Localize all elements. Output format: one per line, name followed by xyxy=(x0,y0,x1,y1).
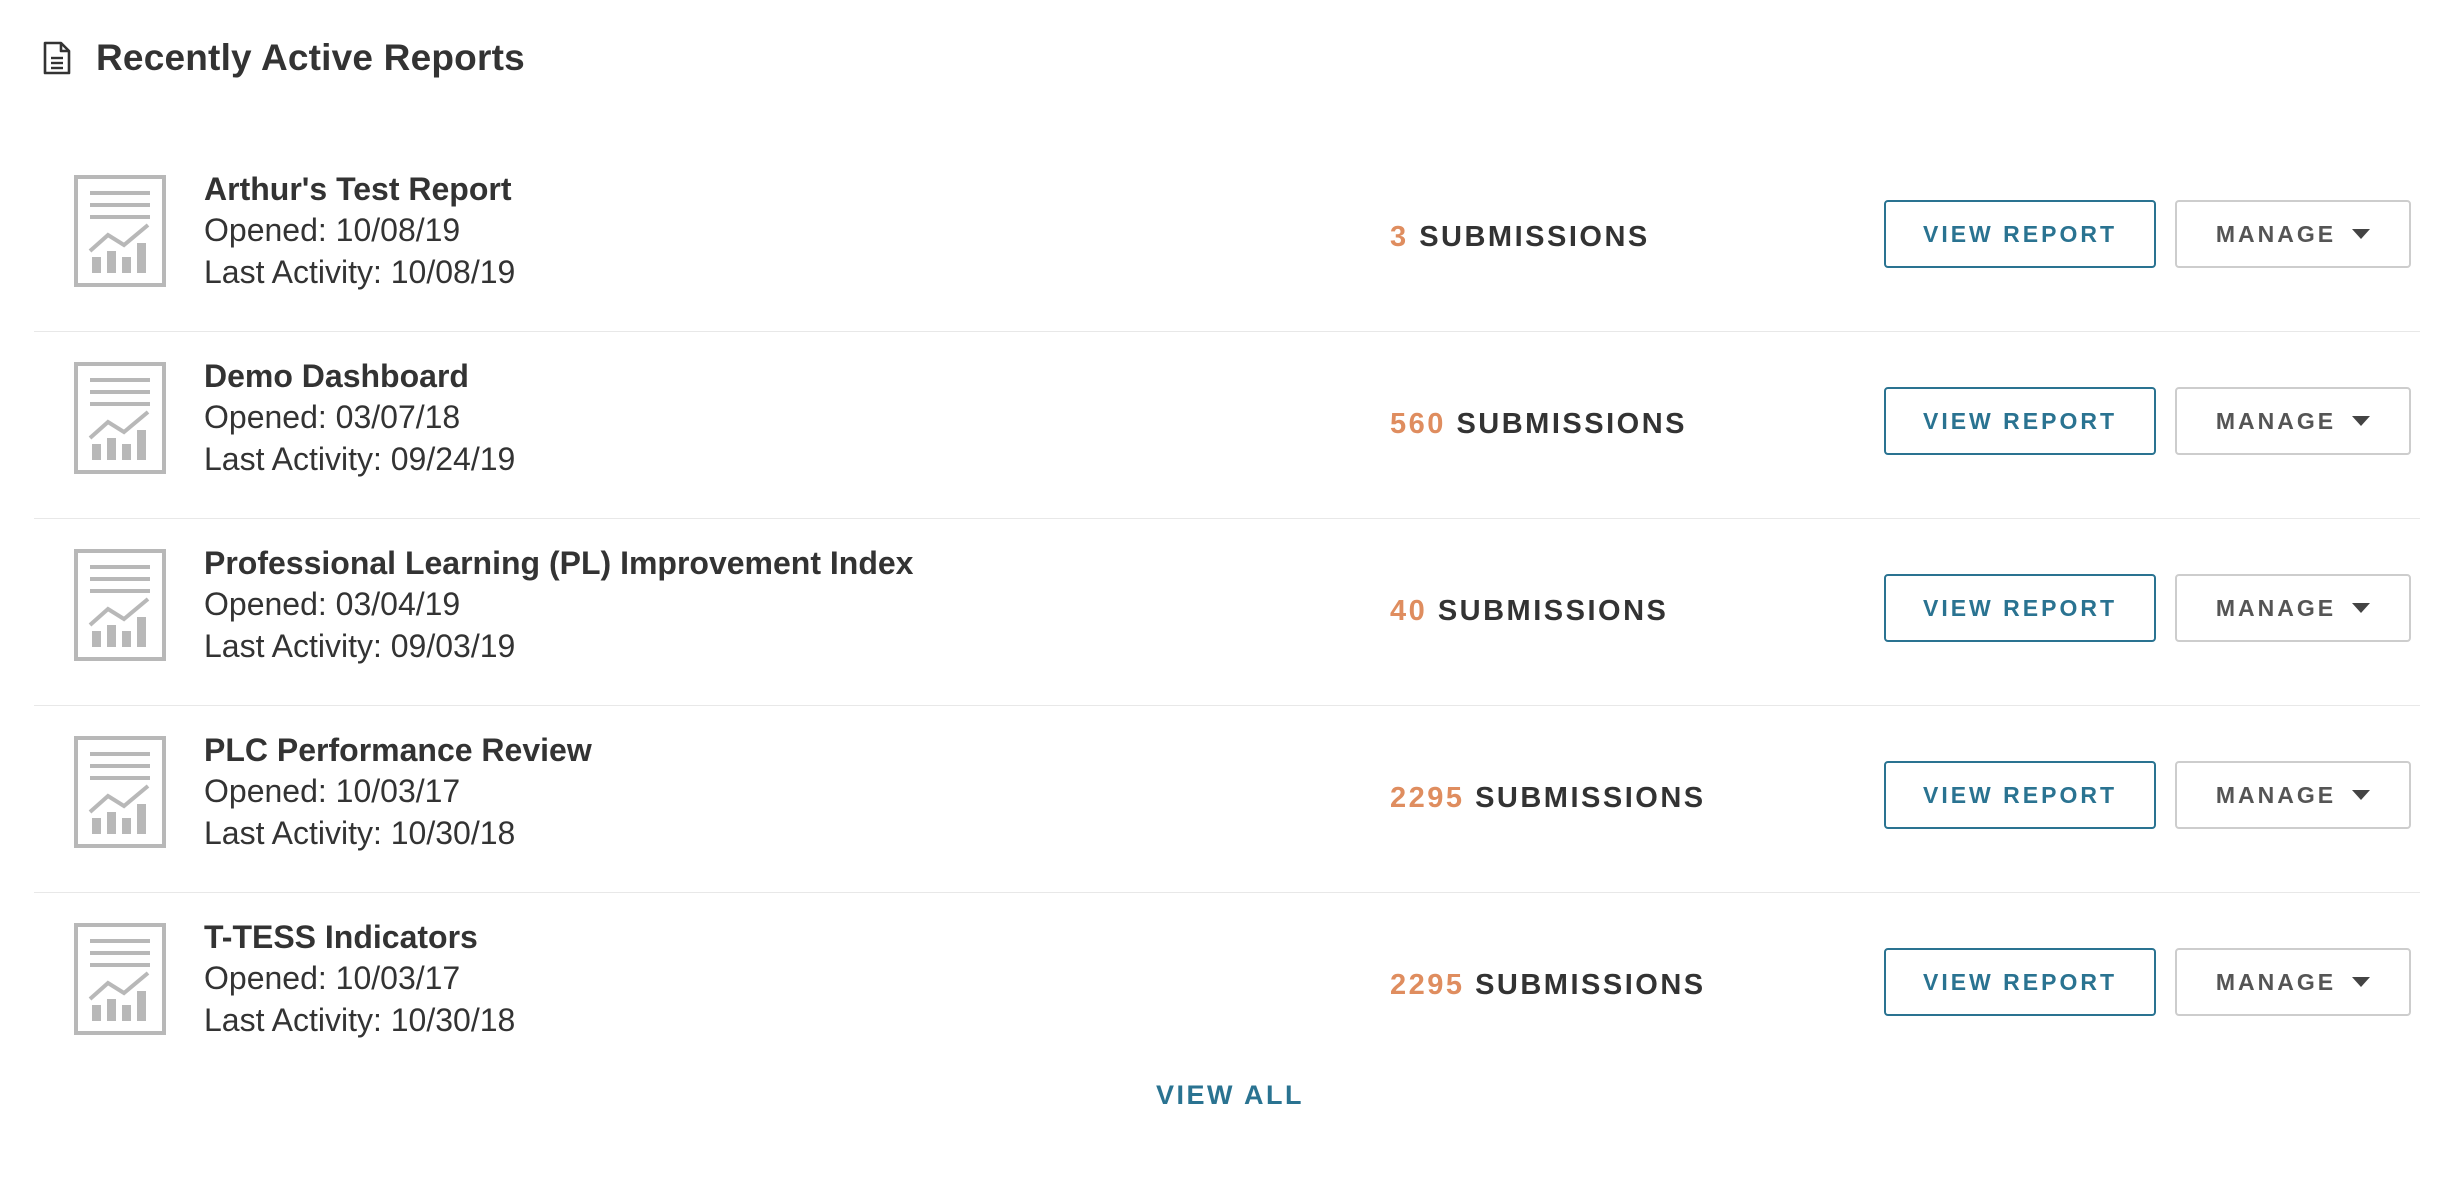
report-last-activity: Last Activity: 09/03/19 xyxy=(204,628,516,664)
report-chart-icon xyxy=(74,923,166,1035)
view-report-button[interactable]: VIEW REPORT xyxy=(1884,761,2156,829)
report-title[interactable]: T-TESS Indicators xyxy=(204,917,515,957)
submissions-number: 3 xyxy=(1390,221,1409,253)
view-report-button[interactable]: VIEW REPORT xyxy=(1884,574,2156,642)
report-last-activity: Last Activity: 10/08/19 xyxy=(204,254,516,290)
report-info: Arthur's Test Report Opened: 10/08/19 La… xyxy=(204,169,515,293)
manage-label: MANAGE xyxy=(2215,594,2337,621)
view-all-link[interactable]: VIEW ALL xyxy=(1140,1080,1320,1111)
report-title[interactable]: PLC Performance Review xyxy=(204,730,592,770)
submissions-label: SUBMISSIONS xyxy=(1475,969,1706,1001)
manage-dropdown-button[interactable]: MANAGE xyxy=(2175,200,2411,268)
caret-down-icon xyxy=(2352,790,2371,800)
report-opened-date: Opened: 03/04/19 xyxy=(204,586,461,622)
report-row: Arthur's Test Report Opened: 10/08/19 La… xyxy=(34,145,2420,332)
report-row: Professional Learning (PL) Improvement I… xyxy=(34,519,2420,706)
submissions-label: SUBMISSIONS xyxy=(1456,408,1687,440)
report-last-activity: Last Activity: 10/30/18 xyxy=(204,1002,516,1038)
submissions-count: 2295 SUBMISSIONS xyxy=(1390,778,1706,818)
report-row: T-TESS Indicators Opened: 10/03/17 Last … xyxy=(34,893,2420,1080)
view-report-button[interactable]: VIEW REPORT xyxy=(1884,200,2156,268)
manage-label: MANAGE xyxy=(2215,781,2337,808)
submissions-label: SUBMISSIONS xyxy=(1475,782,1706,814)
report-info: Demo Dashboard Opened: 03/07/18 Last Act… xyxy=(204,356,515,480)
submissions-count: 2295 SUBMISSIONS xyxy=(1390,965,1706,1005)
report-info: Professional Learning (PL) Improvement I… xyxy=(204,543,913,667)
view-report-button[interactable]: VIEW REPORT xyxy=(1884,948,2156,1016)
caret-down-icon xyxy=(2352,603,2371,613)
report-chart-icon xyxy=(74,175,166,287)
submissions-number: 2295 xyxy=(1390,782,1465,814)
submissions-number: 560 xyxy=(1390,408,1446,440)
submissions-label: SUBMISSIONS xyxy=(1437,595,1669,627)
view-report-button[interactable]: VIEW REPORT xyxy=(1884,387,2156,455)
submissions-number: 40 xyxy=(1390,595,1428,627)
report-opened-date: Opened: 03/07/18 xyxy=(204,399,461,435)
submissions-label: SUBMISSIONS xyxy=(1419,221,1650,253)
report-opened-date: Opened: 10/03/17 xyxy=(204,960,461,996)
report-opened-date: Opened: 10/03/17 xyxy=(204,773,461,809)
report-last-activity: Last Activity: 09/24/19 xyxy=(204,441,516,477)
page-title: Recently Active Reports xyxy=(96,37,525,78)
caret-down-icon xyxy=(2352,229,2371,239)
report-opened-date: Opened: 10/08/19 xyxy=(204,212,461,248)
submissions-number: 2295 xyxy=(1390,969,1465,1001)
report-last-activity: Last Activity: 10/30/18 xyxy=(204,815,516,851)
caret-down-icon xyxy=(2352,977,2371,987)
report-info: T-TESS Indicators Opened: 10/03/17 Last … xyxy=(204,917,515,1041)
document-icon xyxy=(42,41,72,75)
report-row: Demo Dashboard Opened: 03/07/18 Last Act… xyxy=(34,332,2420,519)
report-chart-icon xyxy=(74,736,166,848)
submissions-count: 3 SUBMISSIONS xyxy=(1390,217,1650,257)
report-list: Arthur's Test Report Opened: 10/08/19 La… xyxy=(34,145,2420,1080)
report-chart-icon xyxy=(74,362,166,474)
report-title[interactable]: Demo Dashboard xyxy=(204,356,515,396)
report-title[interactable]: Arthur's Test Report xyxy=(204,169,515,209)
caret-down-icon xyxy=(2352,416,2371,426)
manage-dropdown-button[interactable]: MANAGE xyxy=(2175,948,2411,1016)
manage-dropdown-button[interactable]: MANAGE xyxy=(2175,387,2411,455)
submissions-count: 40 SUBMISSIONS xyxy=(1390,591,1668,631)
report-row: PLC Performance Review Opened: 10/03/17 … xyxy=(34,706,2420,893)
manage-dropdown-button[interactable]: MANAGE xyxy=(2175,761,2411,829)
manage-label: MANAGE xyxy=(2215,968,2337,995)
submissions-count: 560 SUBMISSIONS xyxy=(1390,404,1687,444)
report-title[interactable]: Professional Learning (PL) Improvement I… xyxy=(204,543,913,583)
manage-label: MANAGE xyxy=(2215,407,2337,434)
section-header: Recently Active Reports xyxy=(42,28,525,88)
manage-label: MANAGE xyxy=(2215,220,2337,247)
report-chart-icon xyxy=(74,549,166,661)
manage-dropdown-button[interactable]: MANAGE xyxy=(2175,574,2411,642)
report-info: PLC Performance Review Opened: 10/03/17 … xyxy=(204,730,592,854)
